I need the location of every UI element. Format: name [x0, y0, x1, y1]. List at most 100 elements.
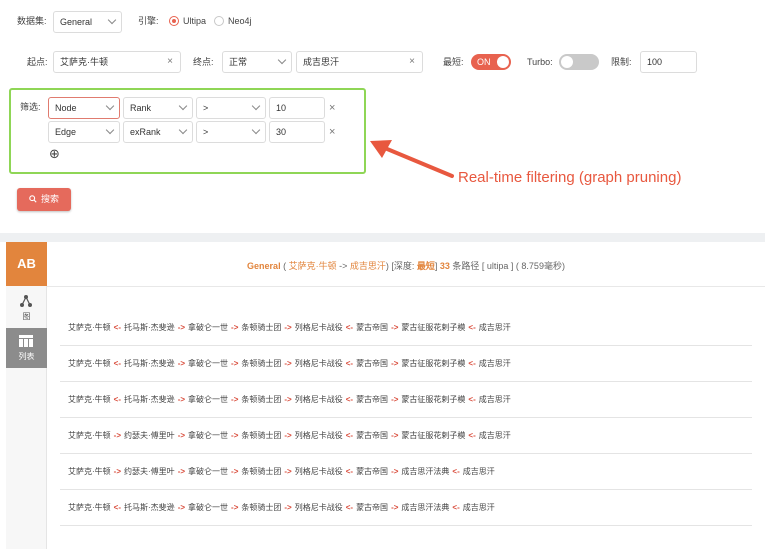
path-node: 艾萨克·牛顿 [68, 467, 111, 476]
filter-value-input[interactable]: 10 [269, 97, 325, 119]
sidebar-item-list[interactable]: 列表 [6, 328, 47, 368]
turbo-toggle[interactable] [559, 54, 599, 70]
edge-arrow-left: <- [345, 431, 354, 440]
path-text: 艾萨克·牛顿 <- 托马斯·杰斐逊 -> 拿破仑一世 -> 条顿骑士团 -> 列格尼卡战役 <- 蒙… [68, 358, 511, 369]
start-value: 艾萨克·牛顿 [60, 57, 108, 67]
edge-arrow-left: <- [345, 323, 354, 332]
app-logo: AB [6, 242, 47, 286]
remove-filter-icon[interactable]: × [329, 101, 335, 115]
summary-text: ) [深度: [385, 261, 417, 271]
start-input[interactable]: 艾萨克·牛顿 × [53, 51, 181, 73]
filter-operator-value: > [203, 127, 209, 137]
path-node: 拿破仑一世 [188, 467, 229, 476]
edge-arrow-right: -> [284, 503, 292, 512]
filter-field-select[interactable]: exRank [123, 121, 193, 143]
edge-arrow-right: -> [284, 395, 292, 404]
radio-neo4j[interactable] [214, 16, 224, 26]
filter-type-select[interactable]: Node [48, 97, 120, 119]
path-node: 条顿骑士团 [241, 359, 282, 368]
path-node: 蒙古征服花剌子模 [401, 359, 466, 368]
summary-dataset: General [247, 261, 281, 271]
path-row[interactable]: 艾萨克·牛顿 <- 托马斯·杰斐逊 -> 拿破仑一世 -> 条顿骑士团 -> 列格尼卡战役 <- 蒙… [60, 382, 752, 418]
edge-arrow-right: -> [231, 359, 239, 368]
filter-type-value: Node [55, 103, 77, 113]
clear-icon[interactable]: × [409, 52, 415, 72]
sidebar-item-graph[interactable]: 图 [6, 288, 47, 328]
edge-arrow-left: <- [345, 503, 354, 512]
limit-label: 限制: [611, 57, 632, 67]
limit-input[interactable]: 100 [640, 51, 697, 73]
edge-arrow-left: <- [468, 359, 476, 368]
summary-end: 成吉思汗 [349, 261, 386, 271]
path-node: 列格尼卡战役 [294, 431, 343, 440]
path-node: 成吉思汗法典 [401, 503, 450, 512]
path-node: 托马斯·杰斐逊 [124, 395, 175, 404]
path-node: 蒙古帝国 [356, 323, 389, 332]
end-input[interactable]: 成吉思汗 × [296, 51, 423, 73]
path-node: 成吉思汗 [478, 323, 511, 332]
search-icon [29, 195, 37, 203]
filter-type-select[interactable]: Edge [48, 121, 120, 143]
path-node: 成吉思汗 [478, 359, 511, 368]
edge-arrow-right: -> [177, 467, 186, 476]
section-divider [0, 233, 765, 242]
path-node: 蒙古帝国 [356, 395, 389, 404]
path-node: 艾萨克·牛顿 [68, 431, 111, 440]
radio-ultipa[interactable] [169, 16, 179, 26]
add-filter-icon[interactable]: ⊕ [49, 147, 60, 161]
summary-start: 艾萨克·牛顿 [288, 261, 337, 271]
table-icon [19, 335, 33, 347]
filter-operator-select[interactable]: > [196, 97, 266, 119]
shortest-toggle[interactable]: ON [471, 54, 511, 70]
summary-count: 33 [439, 261, 450, 271]
engine-option-ultipa[interactable]: Ultipa [183, 14, 206, 28]
path-node: 拿破仑一世 [188, 323, 229, 332]
path-node: 蒙古征服花剌子模 [401, 431, 466, 440]
edge-arrow-right: -> [113, 467, 122, 476]
edge-arrow-right: -> [391, 395, 399, 404]
chevron-down-icon [107, 15, 117, 25]
path-node: 蒙古征服花剌子模 [401, 323, 466, 332]
remove-filter-icon[interactable]: × [329, 125, 335, 139]
search-button-label: 搜索 [40, 194, 59, 204]
summary-text: ( [280, 261, 289, 271]
edge-arrow-left: <- [345, 395, 354, 404]
path-node: 蒙古帝国 [356, 359, 389, 368]
clear-icon[interactable]: × [167, 52, 173, 72]
summary-depth: 最短 [416, 261, 435, 271]
engine-option-neo4j[interactable]: Neo4j [228, 14, 252, 28]
dataset-select[interactable]: General [53, 11, 122, 33]
end-mode-select[interactable]: 正常 [222, 51, 292, 73]
path-text: 艾萨克·牛顿 -> 约瑟夫·傅里叶 -> 拿破仑一世 -> 条顿骑士团 -> 列格尼卡战役 <- 蒙… [68, 466, 495, 477]
path-node: 托马斯·杰斐逊 [124, 503, 175, 512]
path-row[interactable]: 艾萨克·牛顿 <- 托马斯·杰斐逊 -> 拿破仑一世 -> 条顿骑士团 -> 列格尼卡战役 <- 蒙… [60, 346, 752, 382]
search-button[interactable]: 搜索 [17, 188, 71, 211]
filter-type-value: Edge [55, 127, 77, 137]
chevron-down-icon [105, 101, 115, 111]
summary-arrow: -> [336, 261, 350, 271]
path-row[interactable]: 艾萨克·牛顿 <- 托马斯·杰斐逊 -> 拿破仑一世 -> 条顿骑士团 -> 列格尼卡战役 <- 蒙… [60, 310, 752, 346]
limit-value: 100 [647, 57, 663, 67]
path-node: 蒙古帝国 [356, 503, 389, 512]
path-text: 艾萨克·牛顿 <- 托马斯·杰斐逊 -> 拿破仑一世 -> 条顿骑士团 -> 列格尼卡战役 <- 蒙… [68, 322, 511, 333]
edge-arrow-right: -> [177, 359, 186, 368]
filter-operator-select[interactable]: > [196, 121, 266, 143]
result-sidebar: AB 图 列表 [6, 242, 47, 549]
path-row[interactable]: 艾萨克·牛顿 -> 约瑟夫·傅里叶 -> 拿破仑一世 -> 条顿骑士团 -> 列格尼卡战役 <- 蒙… [60, 418, 752, 454]
path-node: 约瑟夫·傅里叶 [124, 467, 175, 476]
path-node: 列格尼卡战役 [294, 323, 343, 332]
edge-arrow-left: <- [452, 503, 460, 512]
path-text: 艾萨克·牛顿 <- 托马斯·杰斐逊 -> 拿破仑一世 -> 条顿骑士团 -> 列格尼卡战役 <- 蒙… [68, 394, 511, 405]
path-node: 成吉思汗 [462, 503, 495, 512]
filter-value-input[interactable]: 30 [269, 121, 325, 143]
path-row[interactable]: 艾萨克·牛顿 <- 托马斯·杰斐逊 -> 拿破仑一世 -> 条顿骑士团 -> 列格尼卡战役 <- 蒙… [60, 490, 752, 526]
result-summary: General ( 艾萨克·牛顿 -> 成吉思汗) [深度: 最短] 33 条路… [47, 259, 765, 272]
path-node: 成吉思汗 [478, 431, 511, 440]
filter-field-select[interactable]: Rank [123, 97, 193, 119]
path-node: 拿破仑一世 [188, 395, 229, 404]
edge-arrow-right: -> [177, 323, 186, 332]
chevron-down-icon [277, 55, 287, 65]
edge-arrow-left: <- [113, 503, 122, 512]
path-node: 托马斯·杰斐逊 [124, 359, 175, 368]
path-row[interactable]: 艾萨克·牛顿 -> 约瑟夫·傅里叶 -> 拿破仑一世 -> 条顿骑士团 -> 列格尼卡战役 <- 蒙… [60, 454, 752, 490]
